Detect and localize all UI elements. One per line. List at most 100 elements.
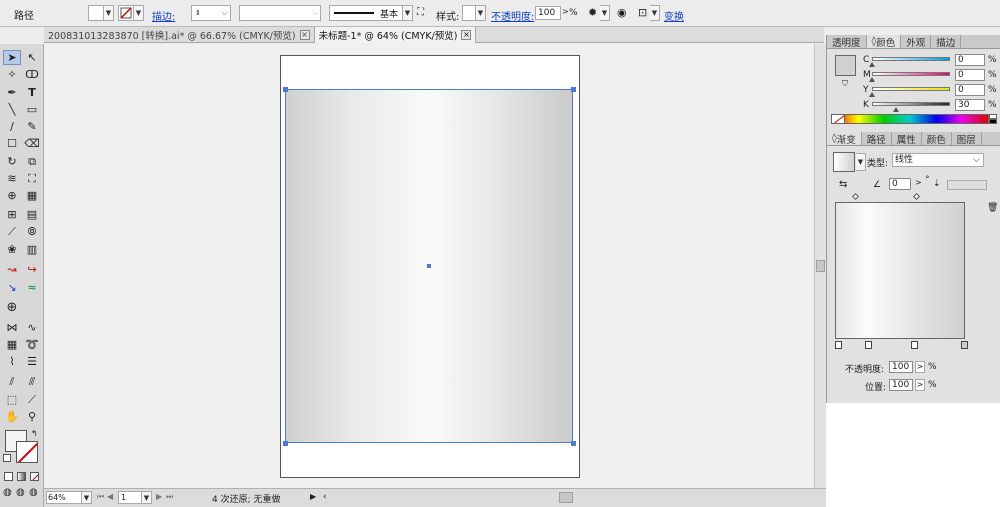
align-tool-icon[interactable]: ☰	[23, 354, 41, 369]
custom-tool-a-icon[interactable]: ↝	[3, 262, 21, 277]
midpoint-diamond-1[interactable]	[851, 192, 860, 201]
anchor-bottom-right[interactable]	[571, 441, 576, 446]
transform-link[interactable]: 变换	[664, 8, 684, 23]
previous-page-icon[interactable]: ◀	[107, 492, 113, 501]
channel-c-handle[interactable]	[869, 62, 875, 67]
align-icon[interactable]: ⊡	[638, 6, 647, 19]
color-spectrum[interactable]	[831, 114, 989, 124]
pen-tool-icon[interactable]: ✒	[3, 85, 21, 100]
tab-path[interactable]: 路径	[862, 132, 892, 146]
brush-definition-field[interactable]: 基本	[329, 5, 403, 21]
scroll-thumb[interactable]	[816, 260, 825, 272]
anchor-bottom-left[interactable]	[283, 441, 288, 446]
scale-tool-icon[interactable]: ⧉	[23, 154, 41, 169]
paintbrush-tool-icon[interactable]: ∕	[3, 119, 21, 134]
magic-wand-tool-icon[interactable]: ✧	[3, 67, 21, 82]
eyedropper-tool-icon[interactable]: ⟋	[3, 224, 21, 239]
tab-layers[interactable]: 图层	[952, 132, 982, 146]
rectangle-tool-icon[interactable]: ▭	[23, 102, 41, 117]
stop-location-input[interactable]: 100	[889, 379, 913, 391]
tab-stroke[interactable]: 描边	[931, 35, 962, 49]
free-transform-tool-icon[interactable]: ⛶	[23, 171, 41, 186]
channel-y-slider[interactable]	[872, 87, 950, 91]
stroke-dropdown[interactable]: ▼	[134, 5, 144, 21]
midpoint-diamond-2[interactable]	[912, 192, 921, 201]
grid-tool-icon[interactable]: ▦	[3, 337, 21, 352]
align-dropdown[interactable]: ▼	[650, 5, 660, 21]
variable-width-field[interactable]: ⌵	[239, 5, 321, 21]
zoom-field[interactable]: 64%	[46, 491, 82, 504]
gradient-stop-2[interactable]	[865, 341, 872, 349]
draw-behind-icon[interactable]: ◍	[16, 487, 25, 498]
hand-tool-icon[interactable]: ✋	[3, 409, 21, 424]
slice-tool-icon[interactable]: ⟋	[23, 392, 41, 407]
gradient-preview-swatch[interactable]	[833, 152, 855, 172]
opacity-arrow-icon[interactable]: >	[915, 361, 925, 373]
globe-icon[interactable]: ◉	[617, 6, 627, 19]
aspect-ratio-field[interactable]	[947, 180, 987, 190]
direct-selection-tool-icon[interactable]: ↖	[23, 50, 41, 65]
draw-inside-icon[interactable]: ◍	[29, 487, 38, 498]
custom-tool-d-icon[interactable]: ≈	[23, 280, 41, 295]
black-swatch[interactable]	[989, 119, 997, 124]
horizontal-scroll-thumb[interactable]	[559, 492, 573, 503]
color-mode-icon[interactable]	[4, 472, 13, 481]
swap-icon[interactable]: ↰	[31, 429, 38, 438]
page-dropdown[interactable]: ▼	[142, 491, 152, 504]
selection-tool-icon[interactable]: ➤	[3, 50, 21, 65]
column-graph-tool-icon[interactable]: ▥	[23, 242, 41, 257]
profile-dropdown[interactable]: ▼	[403, 5, 413, 21]
close-icon[interactable]: ×	[461, 29, 472, 40]
pencil-tool-icon[interactable]: ✎	[23, 119, 41, 134]
status-menu-icon[interactable]: ▶	[310, 492, 316, 501]
default-colors-icon[interactable]	[3, 454, 11, 462]
opacity-arrow-icon[interactable]: >	[562, 7, 569, 16]
perspective-grid-tool-icon[interactable]: ▦	[23, 188, 41, 203]
channel-y-handle[interactable]	[869, 92, 875, 97]
stroke-color-swatch[interactable]	[16, 441, 38, 463]
tab-document-1[interactable]: 200831013283870 [转换].ai* @ 66.67% (CMYK/…	[44, 26, 315, 43]
mesh-tool-icon[interactable]: ⊞	[3, 207, 21, 222]
gradient-slider-preview[interactable]	[835, 202, 965, 339]
fill-swatch[interactable]	[88, 5, 104, 21]
channel-y-input[interactable]: 0	[955, 84, 985, 96]
lasso-tool-icon[interactable]: ↀ	[23, 67, 41, 82]
angle-input[interactable]: 0	[889, 178, 911, 190]
warp-tool-icon[interactable]: ≋	[3, 171, 21, 186]
tab-color-2[interactable]: 颜色	[922, 132, 952, 146]
channel-c-input[interactable]: 0	[955, 54, 985, 66]
vertical-scrollbar[interactable]	[814, 44, 826, 488]
line-tool-icon[interactable]: ╲	[3, 102, 21, 117]
shape-builder-tool-icon[interactable]: ⊕	[3, 188, 21, 203]
none-mode-icon[interactable]	[30, 472, 39, 481]
angle-arrow-icon[interactable]: >	[915, 178, 922, 187]
gradient-type-select[interactable]: 线性 ⌵	[892, 153, 984, 167]
gradient-stop-3[interactable]	[911, 341, 918, 349]
anchor-top-left[interactable]	[283, 87, 288, 92]
blob-brush-tool-icon[interactable]: ☐	[3, 136, 21, 151]
wave-tool-icon[interactable]: ∿	[23, 320, 41, 335]
reverse-gradient-icon[interactable]: ⇆	[839, 179, 847, 190]
tab-appearance[interactable]: 外观	[901, 35, 932, 49]
warning-icon[interactable]: ⛉	[842, 79, 848, 89]
symbol-sprayer-tool-icon[interactable]: ❀	[3, 242, 21, 257]
custom-tool-c-icon[interactable]: ↘	[3, 280, 21, 295]
gradient-tool-icon[interactable]: ▤	[23, 207, 41, 222]
recolor-artwork-icon[interactable]: ✹	[588, 6, 597, 19]
channel-m-handle[interactable]	[869, 77, 875, 82]
stroke-link[interactable]: 描边:	[152, 8, 175, 23]
channel-c-slider[interactable]	[872, 57, 950, 61]
channel-m-input[interactable]: 0	[955, 69, 985, 81]
style-dropdown[interactable]: ▼	[476, 5, 486, 21]
next-page-icon[interactable]: ▶	[156, 492, 162, 501]
draw-normal-icon[interactable]: ◍	[3, 487, 12, 498]
type-tool-icon[interactable]: T	[23, 85, 41, 100]
close-icon[interactable]: ×	[299, 29, 310, 40]
custom-tool-b-icon[interactable]: ↪	[23, 262, 41, 277]
scroll-left-icon[interactable]: ‹	[323, 492, 327, 502]
gradient-mode-icon[interactable]	[17, 472, 26, 481]
channel-k-input[interactable]: 30	[955, 99, 985, 111]
stroke-weight-field[interactable]: ⇕ ⌵	[191, 5, 231, 21]
twirl-tool-icon[interactable]: ➰	[23, 337, 41, 352]
envelope-tool-icon[interactable]: ⋈	[3, 320, 21, 335]
